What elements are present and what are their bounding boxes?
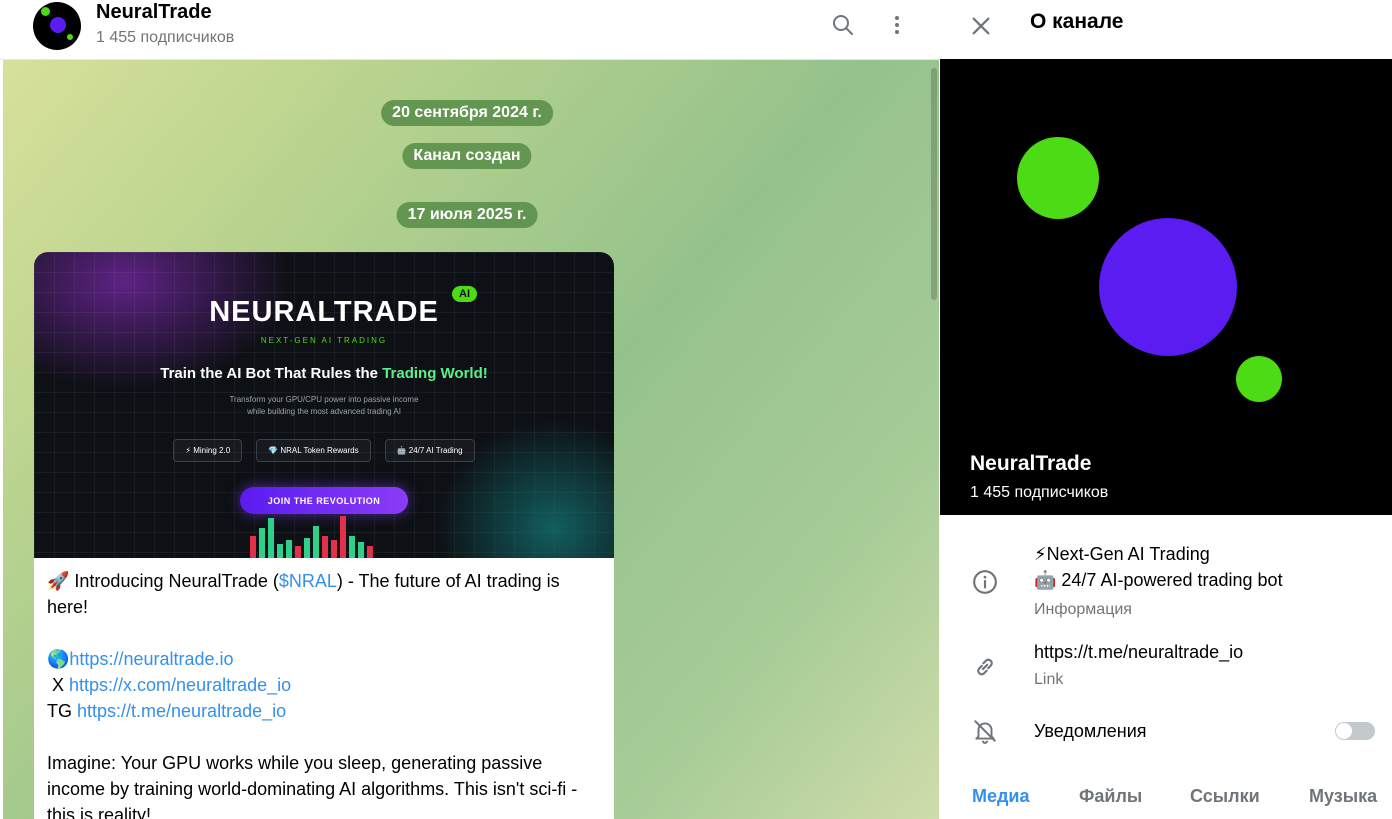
post-paragraph: Imagine: Your GPU works while you sleep,… — [47, 753, 578, 819]
banner-desc-line: while building the most advanced trading… — [247, 407, 401, 416]
banner-desc-line: Transform your GPU/CPU power into passiv… — [229, 395, 419, 404]
description-label: Информация — [1034, 601, 1132, 618]
banner-chip: 💎 NRAL Token Rewards — [256, 439, 371, 462]
candle-bar — [268, 518, 274, 558]
candle-bar — [358, 542, 364, 558]
chat-subscribers: 1 455 подписчиков — [96, 29, 235, 46]
more-button[interactable] — [881, 10, 913, 40]
cover-small-circle — [1236, 356, 1282, 402]
search-button[interactable] — [827, 10, 859, 40]
x-prefix: X — [47, 675, 70, 695]
banner-join-button: JOIN THE REVOLUTION — [240, 487, 408, 514]
chat-header[interactable]: NeuralTrade 1 455 подписчиков — [0, 0, 939, 60]
banner-chip: ⚡ Mining 2.0 — [173, 439, 243, 462]
avatar-dot — [50, 17, 66, 33]
bell-off-icon — [971, 717, 999, 745]
candle-bar — [295, 546, 301, 558]
toggle-knob — [1336, 723, 1352, 739]
banner-logo: NEURALTRADE — [209, 296, 439, 328]
candle-bar — [304, 538, 310, 558]
link-value: https://t.me/neuraltrade_io — [1034, 642, 1244, 662]
tg-prefix: TG — [47, 701, 77, 721]
candle-bar — [286, 540, 292, 558]
tab-files[interactable]: Файлы — [1079, 786, 1142, 807]
channel-post[interactable]: NEURALTRADE AI NEXT-GEN AI TRADING Train… — [34, 252, 614, 819]
post-intro: 🚀 Introducing NeuralTrade ($NRAL) - The … — [47, 568, 601, 620]
post-image[interactable]: NEURALTRADE AI NEXT-GEN AI TRADING Train… — [34, 252, 614, 558]
banner-description: Transform your GPU/CPU power into passiv… — [34, 394, 614, 418]
avatar-dot — [67, 34, 73, 40]
link-label: Link — [1034, 671, 1064, 688]
post-gap — [47, 724, 601, 750]
candle-bar — [250, 536, 256, 558]
candle-bar — [367, 546, 373, 558]
banner-candles — [250, 514, 398, 558]
notifications-label: Уведомления — [1034, 721, 1147, 741]
media-tabs: Медиа Файлы Ссылки Музыка — [939, 775, 1392, 819]
cover-green-circle — [1017, 137, 1099, 219]
channel-info-panel: О канале NeuralTrade 1 455 подписчиков ⚡… — [939, 0, 1392, 819]
banner-chips: ⚡ Mining 2.0 💎 NRAL Token Rewards 🤖 24/7… — [34, 439, 614, 462]
post-intro-pre: 🚀 Introducing NeuralTrade ( — [47, 571, 279, 591]
close-icon — [972, 17, 990, 35]
description-line: 🤖 24/7 AI-powered trading bot — [1034, 570, 1283, 590]
tab-music[interactable]: Музыка — [1309, 786, 1377, 807]
cover-channel-name: NeuralTrade — [970, 452, 1092, 475]
chat-background[interactable]: 20 сентября 2024 г. Канал создан 17 июля… — [3, 60, 939, 819]
tab-links[interactable]: Ссылки — [1190, 786, 1260, 807]
candle-bar — [340, 516, 346, 558]
date-pill: 17 июля 2025 г. — [396, 202, 538, 228]
candle-bar — [322, 536, 328, 558]
channel-avatar[interactable] — [33, 2, 81, 50]
notifications-row[interactable]: Уведомления — [939, 715, 1392, 749]
date-pill: 20 сентября 2024 г. — [381, 100, 553, 126]
post-web-line: 🌎https://neuraltrade.io — [47, 646, 601, 672]
post-tg-line: TG https://t.me/neuraltrade_io — [47, 698, 601, 724]
candle-bar — [259, 528, 265, 558]
notifications-toggle[interactable] — [1335, 722, 1375, 740]
post-gap — [47, 620, 601, 646]
banner-headline: Train the AI Bot That Rules the Trading … — [34, 365, 614, 382]
close-panel-button[interactable] — [966, 11, 996, 41]
telegram-link[interactable]: https://t.me/neuraltrade_io — [77, 701, 286, 721]
website-link[interactable]: https://neuraltrade.io — [69, 649, 233, 669]
more-vertical-icon — [895, 16, 899, 34]
cover-subscribers: 1 455 подписчиков — [970, 484, 1109, 501]
banner-headline-b: Trading World! — [382, 365, 488, 382]
panel-title: О канале — [1030, 10, 1124, 33]
info-icon — [971, 568, 999, 596]
panel-header: О канале — [939, 0, 1392, 59]
candle-bar — [349, 536, 355, 558]
telegram-app: NeuralTrade 1 455 подписчиков 20 сентябр… — [0, 0, 1392, 819]
service-message: Канал создан — [402, 143, 532, 169]
post-x-line: X https://x.com/neuraltrade_io — [47, 672, 601, 698]
chat-scrollbar[interactable] — [931, 68, 937, 300]
description-row[interactable]: ⚡Next-Gen AI Trading 🤖 24/7 AI-powered t… — [939, 540, 1392, 625]
candle-bar — [313, 526, 319, 558]
cashtag-link[interactable]: $NRAL — [279, 571, 337, 591]
channel-cover[interactable]: NeuralTrade 1 455 подписчиков — [940, 59, 1392, 515]
description-line: ⚡Next-Gen AI Trading — [1034, 544, 1210, 564]
link-row[interactable]: https://t.me/neuraltrade_io Link — [939, 637, 1392, 693]
banner-headline-a: Train the AI Bot That Rules the — [160, 365, 383, 382]
link-icon — [971, 653, 999, 681]
globe-icon: 🌎 — [47, 649, 70, 669]
cover-purple-circle — [1099, 218, 1237, 356]
tab-media[interactable]: Медиа — [972, 786, 1030, 807]
banner-tagline: NEXT-GEN AI TRADING — [260, 336, 388, 345]
candle-bar — [277, 544, 283, 558]
chat-title[interactable]: NeuralTrade — [96, 1, 212, 24]
x-link[interactable]: https://x.com/neuraltrade_io — [69, 675, 291, 695]
avatar-dot — [41, 7, 50, 16]
banner-ai-badge: AI — [452, 286, 477, 302]
search-icon — [833, 15, 853, 35]
post-text: 🚀 Introducing NeuralTrade ($NRAL) - The … — [34, 558, 614, 819]
banner-chip: 🤖 24/7 AI Trading — [384, 439, 475, 462]
candle-bar — [331, 540, 337, 558]
chat-view: NeuralTrade 1 455 подписчиков 20 сентябр… — [0, 0, 939, 819]
